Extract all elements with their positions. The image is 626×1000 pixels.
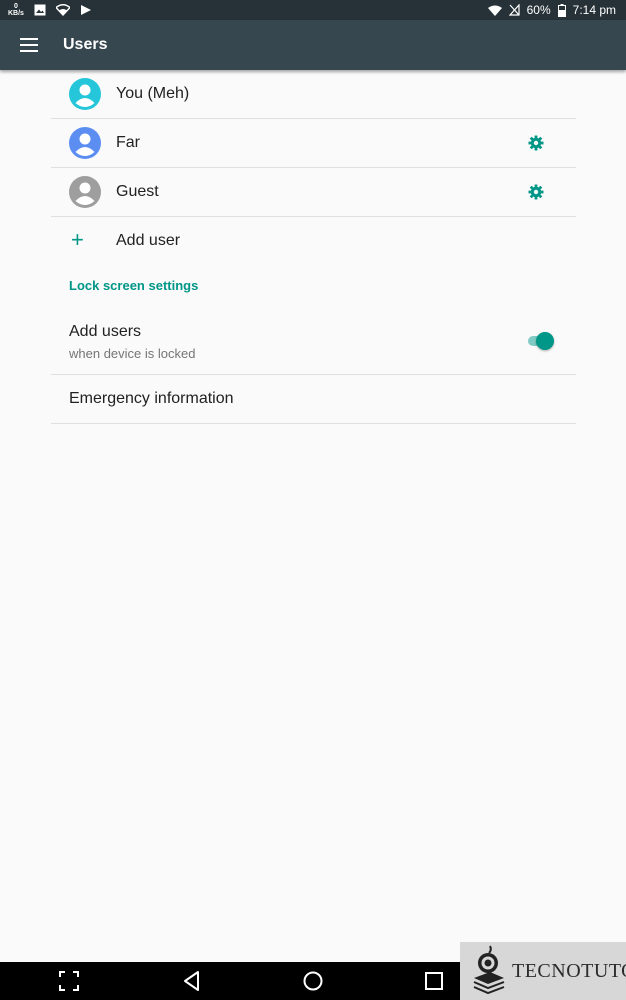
user-name: Far	[116, 134, 140, 151]
app-toolbar: Users	[0, 20, 626, 70]
user-name: Guest	[116, 183, 159, 200]
settings-gear-icon[interactable]	[528, 184, 544, 200]
play-store-icon	[80, 5, 91, 15]
watermark: TECNOTUTO	[460, 942, 626, 1000]
hamburger-menu-icon[interactable]	[20, 38, 38, 52]
add-user-row[interactable]: + Add user	[51, 217, 576, 265]
emergency-information-label: Emergency information	[69, 390, 234, 407]
screenshot-frame-icon[interactable]	[57, 969, 81, 993]
add-users-subtitle: when device is locked	[69, 346, 196, 361]
emergency-information-row[interactable]: Emergency information	[51, 375, 576, 424]
person-avatar-icon	[69, 176, 101, 208]
users-settings-list: You (Meh) Far Guest + Add user Lock scre…	[51, 70, 576, 424]
person-avatar-icon	[69, 78, 101, 110]
user-row-far[interactable]: Far	[51, 119, 576, 168]
add-user-label: Add user	[116, 232, 181, 249]
wifi-signal-icon	[487, 5, 502, 16]
lock-screen-section-header: Lock screen settings	[69, 278, 199, 293]
back-icon[interactable]	[180, 969, 204, 993]
book-apple-logo-icon	[473, 945, 505, 995]
wifi-icon	[55, 4, 70, 16]
recents-icon[interactable]	[422, 969, 446, 993]
person-avatar-icon	[69, 127, 101, 159]
user-row-guest[interactable]: Guest	[51, 168, 576, 217]
add-users-when-locked-row[interactable]: Add users when device is locked	[51, 310, 576, 375]
image-icon	[34, 4, 46, 16]
plus-icon: +	[71, 227, 84, 252]
page-title: Users	[63, 36, 108, 53]
user-row-you[interactable]: You (Meh)	[51, 70, 576, 119]
add-users-toggle[interactable]	[528, 332, 554, 350]
user-name: You (Meh)	[116, 85, 190, 102]
network-speed: 0 KB/s	[8, 3, 24, 17]
battery-icon	[557, 3, 566, 17]
clock: 7:14 pm	[572, 3, 616, 17]
status-bar: 0 KB/s 60% 7:14 pm	[0, 0, 626, 20]
watermark-text: TECNOTUTO	[512, 960, 626, 982]
settings-gear-icon[interactable]	[528, 135, 544, 151]
network-speed-value: 0	[14, 3, 18, 10]
no-sim-icon	[508, 4, 520, 16]
battery-percentage: 60%	[526, 3, 551, 17]
toggle-thumb	[536, 332, 554, 350]
add-users-title: Add users	[69, 323, 142, 340]
home-icon[interactable]	[301, 969, 325, 993]
network-speed-unit: KB/s	[8, 10, 24, 17]
